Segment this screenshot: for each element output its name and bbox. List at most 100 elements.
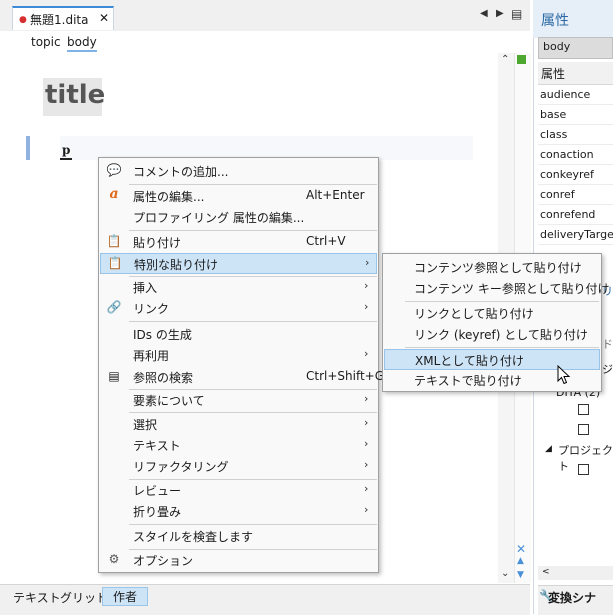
scroll-left-icon[interactable]: < [542,567,550,577]
submenu-arrow-icon: › [364,437,369,450]
comment-icon: 💬 [106,163,122,177]
menu-item-about-element[interactable]: 要素について › [100,390,377,411]
scroll-down-icon[interactable]: ⌄ [501,568,509,579]
menu-item-label: 貼り付け [133,236,182,250]
menu-item-options[interactable]: ⚙ オプション [100,550,377,571]
menu-item-label: スタイルを検査します [133,530,254,544]
next-marker-icon[interactable]: ▼ [517,570,524,580]
previous-tab-icon[interactable]: ◀ [480,8,488,19]
submenu-arrow-icon: › [364,392,369,405]
scroll-up-icon[interactable]: ⌃ [501,54,509,65]
menu-item-review[interactable]: レビュー › [100,480,377,501]
next-tab-icon[interactable]: ▶ [496,8,504,19]
submenu-item-paste-as-content-key-reference[interactable]: コンテンツ キー参照として貼り付け [384,278,609,299]
options-icon: ⚙ [108,552,120,566]
menu-item-generate-ids[interactable]: IDs の生成 [100,324,377,345]
breadcrumb-body[interactable]: body [67,35,97,52]
menu-item-label: コメントの追加... [133,165,229,179]
submenu-arrow-icon: › [364,503,369,516]
menu-item-reuse[interactable]: 再利用 › [100,345,377,366]
menu-item-label: 要素について [133,394,205,408]
submenu-item-label: リンクとして貼り付け [414,307,534,321]
menu-item-paste[interactable]: 📋 貼り付け Ctrl+V [100,232,377,253]
attribute-name: conaction [540,148,594,161]
submenu-arrow-icon: › [364,482,369,495]
menu-item-link[interactable]: 🔗 リンク › [100,298,377,319]
menu-item-shortcut: Ctrl+V [306,234,346,248]
menu-item-label: 参照の検索 [133,371,194,385]
modified-dot-icon: ● [19,15,27,25]
tree-checkbox[interactable] [578,404,589,415]
close-tab-icon[interactable]: ✕ [99,11,109,25]
paste-icon: 📋 [106,234,122,248]
menu-item-paste-special[interactable]: 📋 特別な貼り付け › [100,253,377,274]
submenu-arrow-icon: › [364,279,369,292]
menu-separator [129,412,377,413]
menu-item-folding[interactable]: 折り畳み › [100,501,377,522]
clear-markers-icon[interactable]: ✕ [516,542,526,556]
attribute-name: conrefend [540,208,596,221]
p-element-tag[interactable]: p [60,143,73,160]
submenu-item-paste-as-keyref-link[interactable]: リンク (keyref) として貼り付け [384,324,600,345]
submenu-item-label: リンク (keyref) として貼り付け [414,328,588,342]
menu-item-insert[interactable]: 挿入 › [100,277,377,298]
menu-separator [129,321,377,322]
menu-separator [405,347,599,348]
attributes-panel-title: 属性 [541,13,569,29]
transform-scenarios-label[interactable]: 変換シナ [548,589,596,606]
submenu-item-label: XMLとして貼り付け [415,354,524,368]
menu-separator [129,524,377,525]
submenu-item-label: テキストで貼り付け [414,374,522,388]
submenu-item-label: コンテンツ キー参照として貼り付け [414,282,610,296]
attribute-name: conkeyref [540,168,594,181]
attributes-column-header: 属性 [541,67,566,81]
submenu-arrow-icon: › [364,347,369,360]
menu-item-label: レビュー [133,484,182,498]
tree-checkbox[interactable] [578,424,589,435]
menu-item-label: 特別な貼り付け [134,258,219,272]
link-icon: 🔗 [106,300,122,314]
search-references-icon: ▤ [108,369,120,383]
menu-item-shortcut: Ctrl+Shift+G [306,369,385,383]
menu-item-add-comment[interactable]: 💬 コメントの追加... [100,161,377,182]
menu-item-label: テキスト [133,439,181,453]
menu-item-search-references[interactable]: ▤ 参照の検索 Ctrl+Shift+G [100,367,384,388]
menu-item-edit-profiling-attributes[interactable]: プロファイリング 属性の編集... [100,207,377,228]
attribute-name: base [540,108,567,121]
menu-item-select[interactable]: 選択 › [100,414,377,435]
attribute-name: class [540,128,568,141]
paragraph-caret-marker [26,136,30,160]
menu-item-label: 挿入 [133,281,158,295]
menu-item-label: 再利用 [133,349,170,363]
submenu-arrow-icon: › [364,300,369,313]
menu-item-label: リンク [133,302,170,316]
menu-separator [129,184,377,185]
breadcrumb-topic[interactable]: topic [31,35,61,49]
menu-item-label: プロファイリング 属性の編集... [133,211,305,225]
title-text[interactable]: title [45,80,105,110]
menu-item-inspect-styles[interactable]: スタイルを検査します [100,526,377,547]
submenu-arrow-icon: › [364,416,369,429]
document-tab[interactable]: ● 無題1.dita ✕ [12,6,114,30]
document-tab-label: 無題1.dita [30,13,89,27]
tab-list-icon[interactable]: ▤ [511,7,522,21]
menu-item-edit-attributes[interactable]: a 属性の編集... Alt+Enter [100,186,377,207]
filter-field-fragment: ド [602,338,613,351]
submenu-item-paste-as-content-reference[interactable]: コンテンツ参照として貼り付け [384,257,600,278]
expand-arrow-icon[interactable]: ◢ [545,444,552,454]
menu-item-label: リファクタリング [133,460,229,474]
tree-checkbox[interactable] [578,464,589,475]
attribute-name: audience [540,88,591,101]
previous-marker-icon[interactable]: ▲ [517,556,524,566]
submenu-arrow-icon: › [364,458,369,471]
menu-item-label: IDs の生成 [133,328,192,342]
menu-item-text[interactable]: テキスト › [100,435,377,456]
menu-item-refactoring[interactable]: リファクタリング › [100,456,377,477]
menu-item-shortcut: Alt+Enter [306,188,365,202]
mode-tab-author[interactable]: 作者 [102,587,149,606]
attribute-icon: a [109,186,119,202]
document-status-icon [517,55,526,64]
menu-separator [129,230,377,231]
menu-separator [405,301,599,302]
submenu-item-paste-as-link[interactable]: リンクとして貼り付け [384,303,600,324]
